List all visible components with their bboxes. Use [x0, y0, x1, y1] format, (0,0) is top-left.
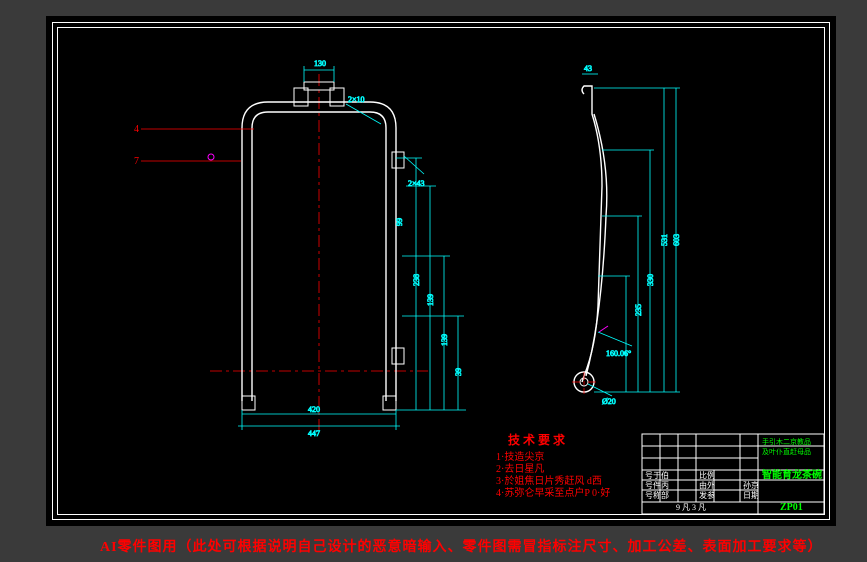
tb-code: ZP01	[780, 502, 803, 513]
dim-w1: 420	[308, 405, 320, 414]
dim-side-h1: 603	[672, 234, 681, 246]
drawing-sheet: 4 7 130 2×10 2×43	[46, 16, 836, 526]
tb-part-name: 智能育龙茶碗	[762, 468, 822, 481]
drawing-canvas: 4 7 130 2×10 2×43	[46, 16, 836, 526]
dim-side-h4: 235	[634, 304, 643, 316]
tb-qty: 发参	[699, 490, 715, 500]
tech-req-2: 2·去日星凡	[496, 463, 544, 475]
tech-req-1: 1·技造尖京	[496, 450, 544, 463]
cad-viewport: 4 7 130 2×10 2×43	[0, 0, 867, 562]
dim-side-h3: 330	[646, 274, 655, 286]
tb-proj1: 手引木二京教品	[762, 437, 811, 446]
dim-h1: 238	[412, 274, 421, 286]
balloon-a: 4	[134, 124, 139, 135]
title-block: 手引木二京教品 及叶仆直赶母品 智能育龙茶碗 ZP01 号于伯 号件丙 号称部 …	[642, 434, 824, 514]
dim-side-angle: 160.06°	[606, 349, 631, 358]
tech-req-title: 技 术 要 求	[508, 432, 566, 447]
dim-w2: 447	[308, 429, 320, 438]
tb-approve: 孙京	[743, 480, 759, 490]
side-view: 43 603 531 330 235	[572, 64, 681, 406]
tb-unit: 9 凡 3 凡	[676, 503, 706, 512]
tb-sign: 号称部	[645, 490, 669, 500]
dim-top: 130	[314, 59, 326, 68]
tech-req-3: 3·於姐焦日片秀赶风 d西	[496, 474, 602, 487]
dim-slot-w: 2×10	[348, 95, 365, 104]
dim-h5: 99	[395, 218, 404, 226]
dim-side-top: 43	[584, 64, 592, 73]
balloon-b: 7	[134, 156, 139, 167]
tech-requirements: 技 术 要 求 1·技造尖京 2·去日星凡 3·於姐焦日片秀赶风 d西 4·苏弥…	[496, 432, 610, 499]
tech-req-4: 4·苏弥仑早采至点户P 0·好	[496, 486, 610, 499]
footer-note: AI零件图用（此处可根据说明自己设计的恶意暗输入、零件图需冒指标注尺寸、加工公差…	[100, 536, 823, 556]
tb-by: 由外	[699, 480, 715, 490]
dim-h2: 139	[426, 294, 435, 306]
tb-check: 号件丙	[645, 480, 669, 490]
tb-scale: 比例	[699, 470, 715, 480]
dim-side-hole: Ø20	[602, 397, 616, 406]
dim-side-h2: 531	[660, 234, 669, 246]
tb-draw: 号于伯	[645, 470, 669, 480]
tb-proj2: 及叶仆直赶母品	[762, 447, 811, 456]
dim-h3: 139	[440, 334, 449, 346]
tb-date: 日期	[743, 491, 759, 500]
dim-h4: 39	[454, 368, 463, 376]
main-view: 4 7 130 2×10 2×43	[134, 59, 466, 438]
